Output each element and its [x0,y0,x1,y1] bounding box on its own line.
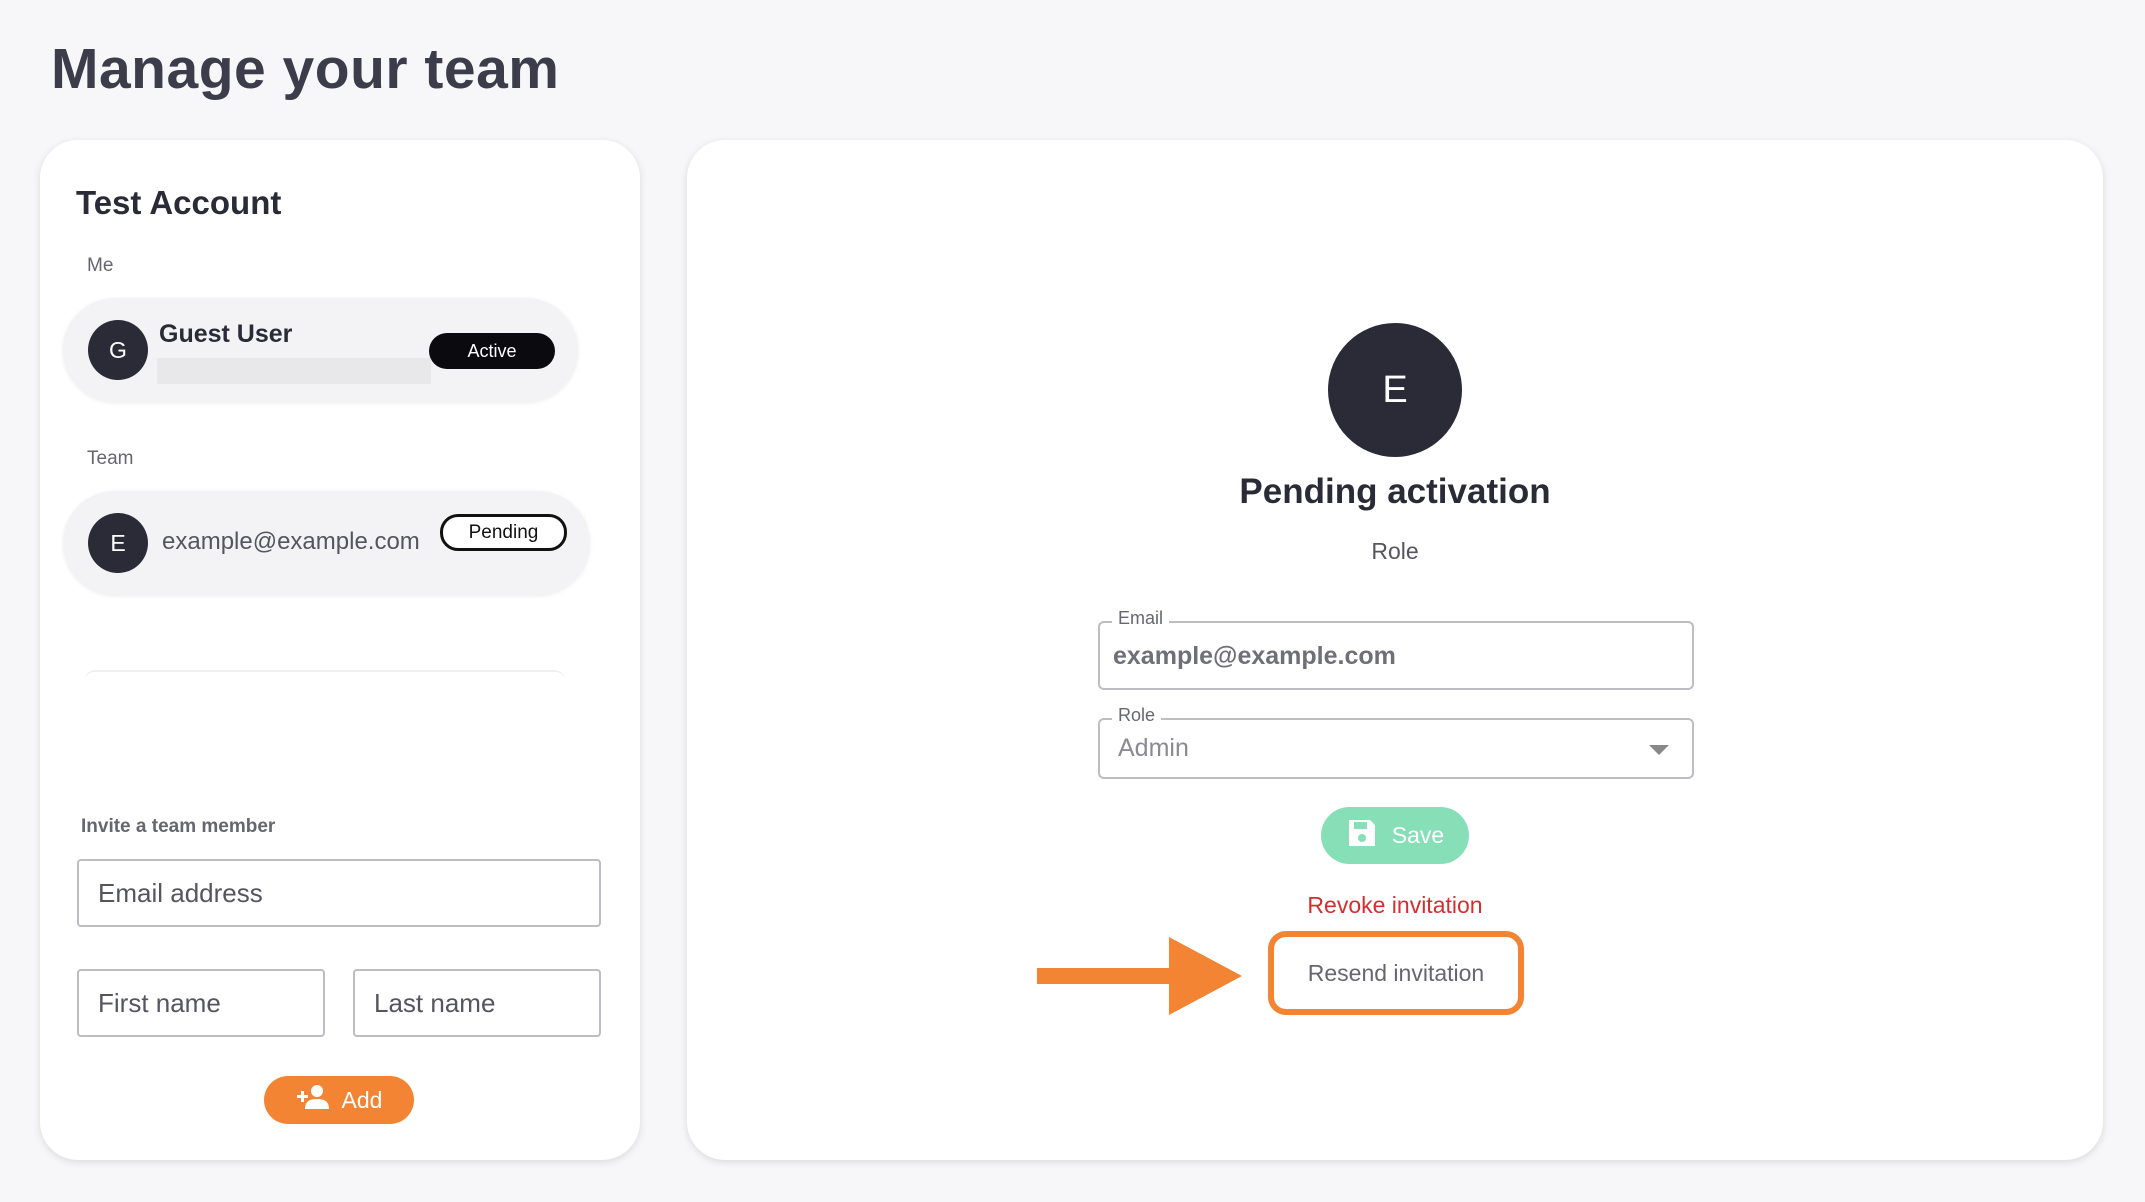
avatar: G [88,320,148,380]
divider [85,670,565,684]
email-field[interactable]: Email example@example.com [1098,608,1694,690]
status-badge-pending: Pending [440,514,567,551]
member-email: example@example.com [162,528,420,555]
chevron-down-icon [1649,745,1669,755]
floppy-disk-icon [1346,817,1378,855]
role-select[interactable]: Role Admin [1098,705,1694,779]
add-member-button[interactable]: Add [264,1076,414,1124]
page-title: Manage your team [51,37,560,101]
last-name-input[interactable]: Last name [353,969,601,1037]
invite-label: Invite a team member [81,816,276,837]
member-card-team[interactable]: E example@example.com Pending [63,491,590,595]
role-select-value: Admin [1118,734,1189,762]
role-caption: Role [1371,538,1419,564]
account-title: Test Account [76,184,282,221]
member-card-me[interactable]: G Guest User Active [63,298,578,402]
avatar: E [88,513,148,573]
status-title: Pending activation [1239,472,1551,511]
save-button[interactable]: Save [1321,807,1469,864]
role-select-label: Role [1112,705,1162,726]
me-section-label: Me [87,255,114,276]
avatar-large: E [1328,323,1462,457]
arrow-right-icon [1037,937,1257,1020]
team-panel: Test Account Me G Guest User Active Team… [40,140,640,1160]
email-field-value: example@example.com [1113,642,1396,670]
team-section-label: Team [87,448,134,469]
person-add-icon [296,1084,330,1116]
resend-invitation-button[interactable]: Resend invitation [1268,931,1524,1015]
email-field-label: Email [1112,608,1170,629]
add-button-label: Add [341,1086,383,1113]
first-name-input[interactable]: First name [77,969,325,1037]
email-address-input[interactable]: Email address [77,859,601,927]
revoke-invitation-link[interactable]: Revoke invitation [687,892,2103,919]
member-detail-panel: E Pending activation Role Email example@… [687,140,2103,1160]
redacted-email [157,358,431,384]
status-badge-active: Active [429,333,555,369]
member-name: Guest User [159,320,293,348]
save-button-label: Save [1391,822,1445,848]
